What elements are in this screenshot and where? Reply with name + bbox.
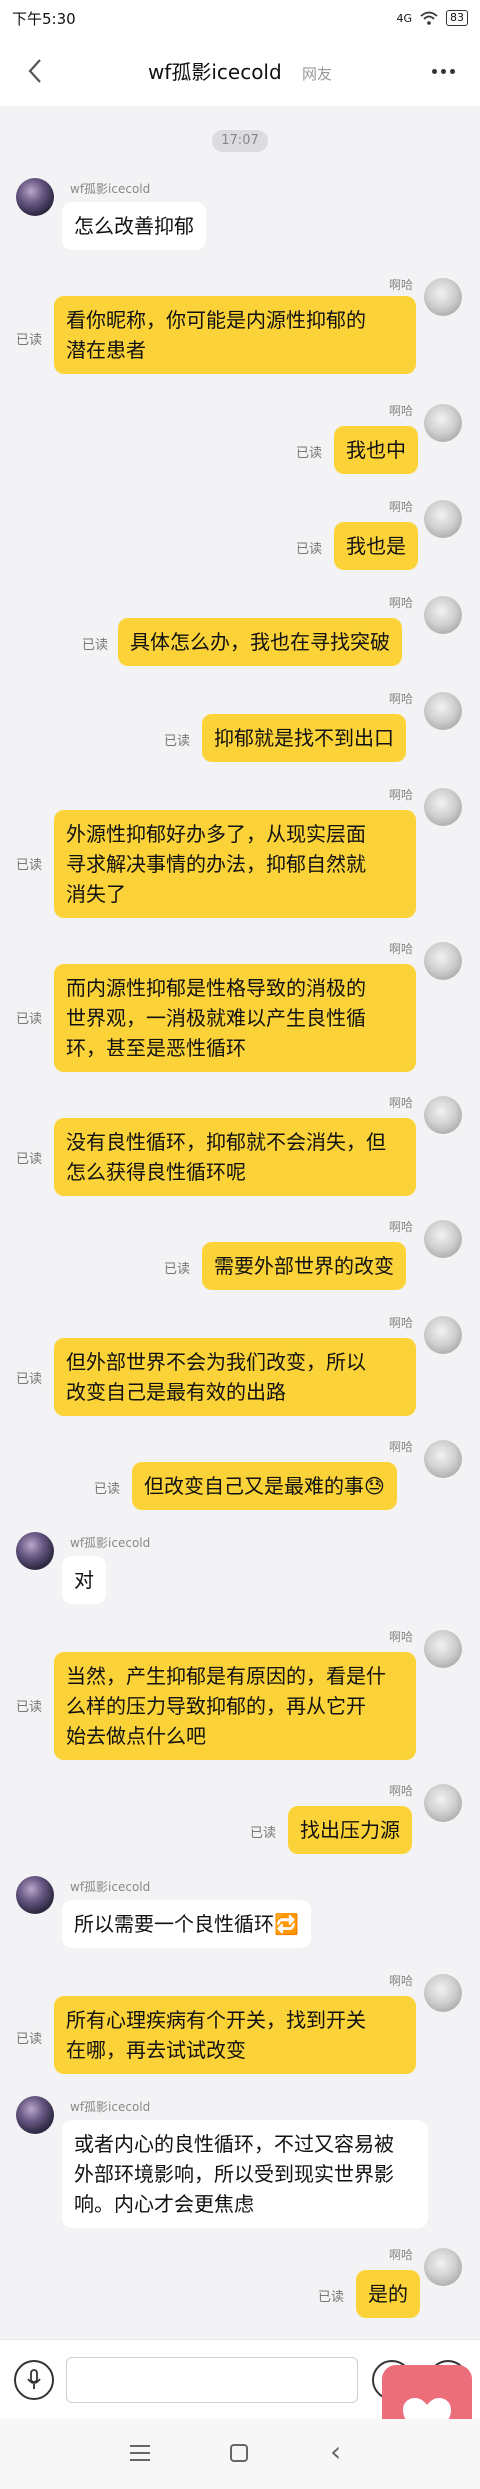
message-bubble-out[interactable]: 我也是	[334, 522, 418, 570]
message-bubble-out[interactable]: 而内源性抑郁是性格导致的消极的 世界观，一消极就难以产生良性循 环，甚至是恶性循…	[54, 964, 416, 1072]
message-bubble-out[interactable]: 找出压力源	[288, 1806, 412, 1854]
read-status: 已读	[16, 1372, 43, 1387]
message-bubble-out[interactable]: 所有心理疾病有个开关，找到开关 在哪，再去试试改变	[54, 1996, 416, 2074]
nav-back-icon[interactable]: ‹	[330, 2437, 341, 2467]
system-nav-bar: ‹	[0, 2419, 480, 2489]
message-bubble-out[interactable]: 没有良性循环，抑郁就不会消失，但 怎么获得良性循环呢	[54, 1118, 416, 1196]
my-name: 啊哈	[389, 278, 414, 292]
my-avatar[interactable]	[424, 500, 462, 538]
my-avatar[interactable]	[424, 404, 462, 442]
sender-name: wf孤影icecold	[70, 2100, 151, 2114]
my-name: 啊哈	[389, 1784, 414, 1798]
my-avatar[interactable]	[424, 1784, 462, 1822]
my-avatar[interactable]	[424, 1316, 462, 1354]
my-name: 啊哈	[389, 2248, 414, 2262]
my-avatar[interactable]	[424, 2248, 462, 2286]
read-status: 已读	[16, 858, 43, 873]
read-status: 已读	[164, 734, 191, 749]
message-bubble-in[interactable]: 所以需要一个良性循环🔁	[62, 1900, 311, 1948]
wifi-icon	[420, 11, 438, 25]
message-bubble-in[interactable]: 对	[62, 1556, 106, 1604]
message-bubble-out[interactable]: 但外部世界不会为我们改变，所以 改变自己是最有效的出路	[54, 1338, 416, 1416]
sender-name: wf孤影icecold	[70, 182, 151, 196]
message-bubble-out[interactable]: 具体怎么办，我也在寻找突破	[118, 618, 402, 666]
my-avatar[interactable]	[424, 596, 462, 634]
my-name: 啊哈	[389, 1630, 414, 1644]
more-dots-icon[interactable]	[428, 58, 458, 84]
my-name: 啊哈	[389, 1220, 414, 1234]
contact-avatar[interactable]	[16, 178, 54, 216]
menu-icon[interactable]	[130, 2445, 150, 2461]
status-bar: 下午5:30 4G 83	[0, 0, 480, 36]
read-status: 已读	[250, 1826, 277, 1841]
my-avatar[interactable]	[424, 1974, 462, 2012]
my-name: 啊哈	[389, 500, 414, 514]
sender-name: wf孤影icecold	[70, 1880, 151, 1894]
microphone-icon[interactable]	[14, 2360, 54, 2400]
my-avatar[interactable]	[424, 1630, 462, 1668]
read-status: 已读	[164, 1262, 191, 1277]
read-status: 已读	[16, 1012, 43, 1027]
read-status: 已读	[16, 1700, 43, 1715]
read-status: 已读	[16, 333, 43, 348]
read-status: 已读	[82, 638, 109, 653]
contact-avatar[interactable]	[16, 1876, 54, 1914]
message-bubble-in[interactable]: 或者内心的良性循环，不过又容易被 外部环境影响，所以受到现实世界影 响。内心才会…	[62, 2120, 428, 2228]
my-avatar[interactable]	[424, 1220, 462, 1258]
my-avatar[interactable]	[424, 788, 462, 826]
my-avatar[interactable]	[424, 1440, 462, 1478]
read-status: 已读	[318, 2290, 345, 2305]
contact-avatar[interactable]	[16, 1532, 54, 1570]
my-avatar[interactable]	[424, 1096, 462, 1134]
message-bubble-out[interactable]: 当然，产生抑郁是有原因的，看是什 么样的压力导致抑郁的，再从它开 始去做点什么吧	[54, 1652, 416, 1760]
chat-title: wf孤影icecold 网友	[0, 56, 480, 85]
my-name: 啊哈	[389, 1316, 414, 1330]
contact-tag: 网友	[302, 65, 333, 83]
timestamp-badge: 17:07	[212, 130, 268, 152]
my-avatar[interactable]	[424, 278, 462, 316]
my-name: 啊哈	[389, 692, 414, 706]
message-bubble-out[interactable]: 是的	[356, 2270, 420, 2318]
read-status: 已读	[94, 1482, 121, 1497]
message-bubble-out[interactable]: 抑郁就是找不到出口	[202, 714, 406, 762]
sender-name: wf孤影icecold	[70, 1536, 151, 1550]
contact-name: wf孤影icecold	[147, 60, 282, 84]
my-name: 啊哈	[389, 404, 414, 418]
signal-icon: 4G	[396, 11, 412, 25]
home-icon[interactable]	[230, 2444, 248, 2462]
status-time: 下午5:30	[12, 9, 76, 28]
message-bubble-out[interactable]: 但改变自己又是最难的事😓	[132, 1462, 397, 1510]
message-input[interactable]	[66, 2357, 358, 2403]
my-name: 啊哈	[389, 788, 414, 802]
message-bubble-out[interactable]: 我也中	[334, 426, 418, 474]
read-status: 已读	[296, 542, 323, 557]
read-status: 已读	[296, 446, 323, 461]
contact-avatar[interactable]	[16, 2096, 54, 2134]
my-name: 啊哈	[389, 1440, 414, 1454]
read-status: 已读	[16, 2032, 43, 2047]
message-bubble-out[interactable]: 看你昵称，你可能是内源性抑郁的 潜在患者	[54, 296, 416, 374]
message-bubble-in[interactable]: 怎么改善抑郁	[62, 202, 206, 250]
chat-header: wf孤影icecold 网友	[0, 36, 480, 106]
message-bubble-out[interactable]: 外源性抑郁好办多了，从现实层面 寻求解决事情的办法，抑郁自然就 消失了	[54, 810, 416, 918]
my-avatar[interactable]	[424, 942, 462, 980]
my-name: 啊哈	[389, 1974, 414, 1988]
message-bubble-out[interactable]: 需要外部世界的改变	[202, 1242, 406, 1290]
status-icons: 4G 83	[396, 10, 468, 26]
my-name: 啊哈	[389, 1096, 414, 1110]
my-name: 啊哈	[389, 596, 414, 610]
my-avatar[interactable]	[424, 692, 462, 730]
message-list[interactable]: 17:07 wf孤影icecold 怎么改善抑郁 啊哈 已读 看你昵称，你可能是…	[0, 106, 480, 2339]
read-status: 已读	[16, 1152, 43, 1167]
my-name: 啊哈	[389, 942, 414, 956]
battery-icon: 83	[446, 10, 468, 26]
